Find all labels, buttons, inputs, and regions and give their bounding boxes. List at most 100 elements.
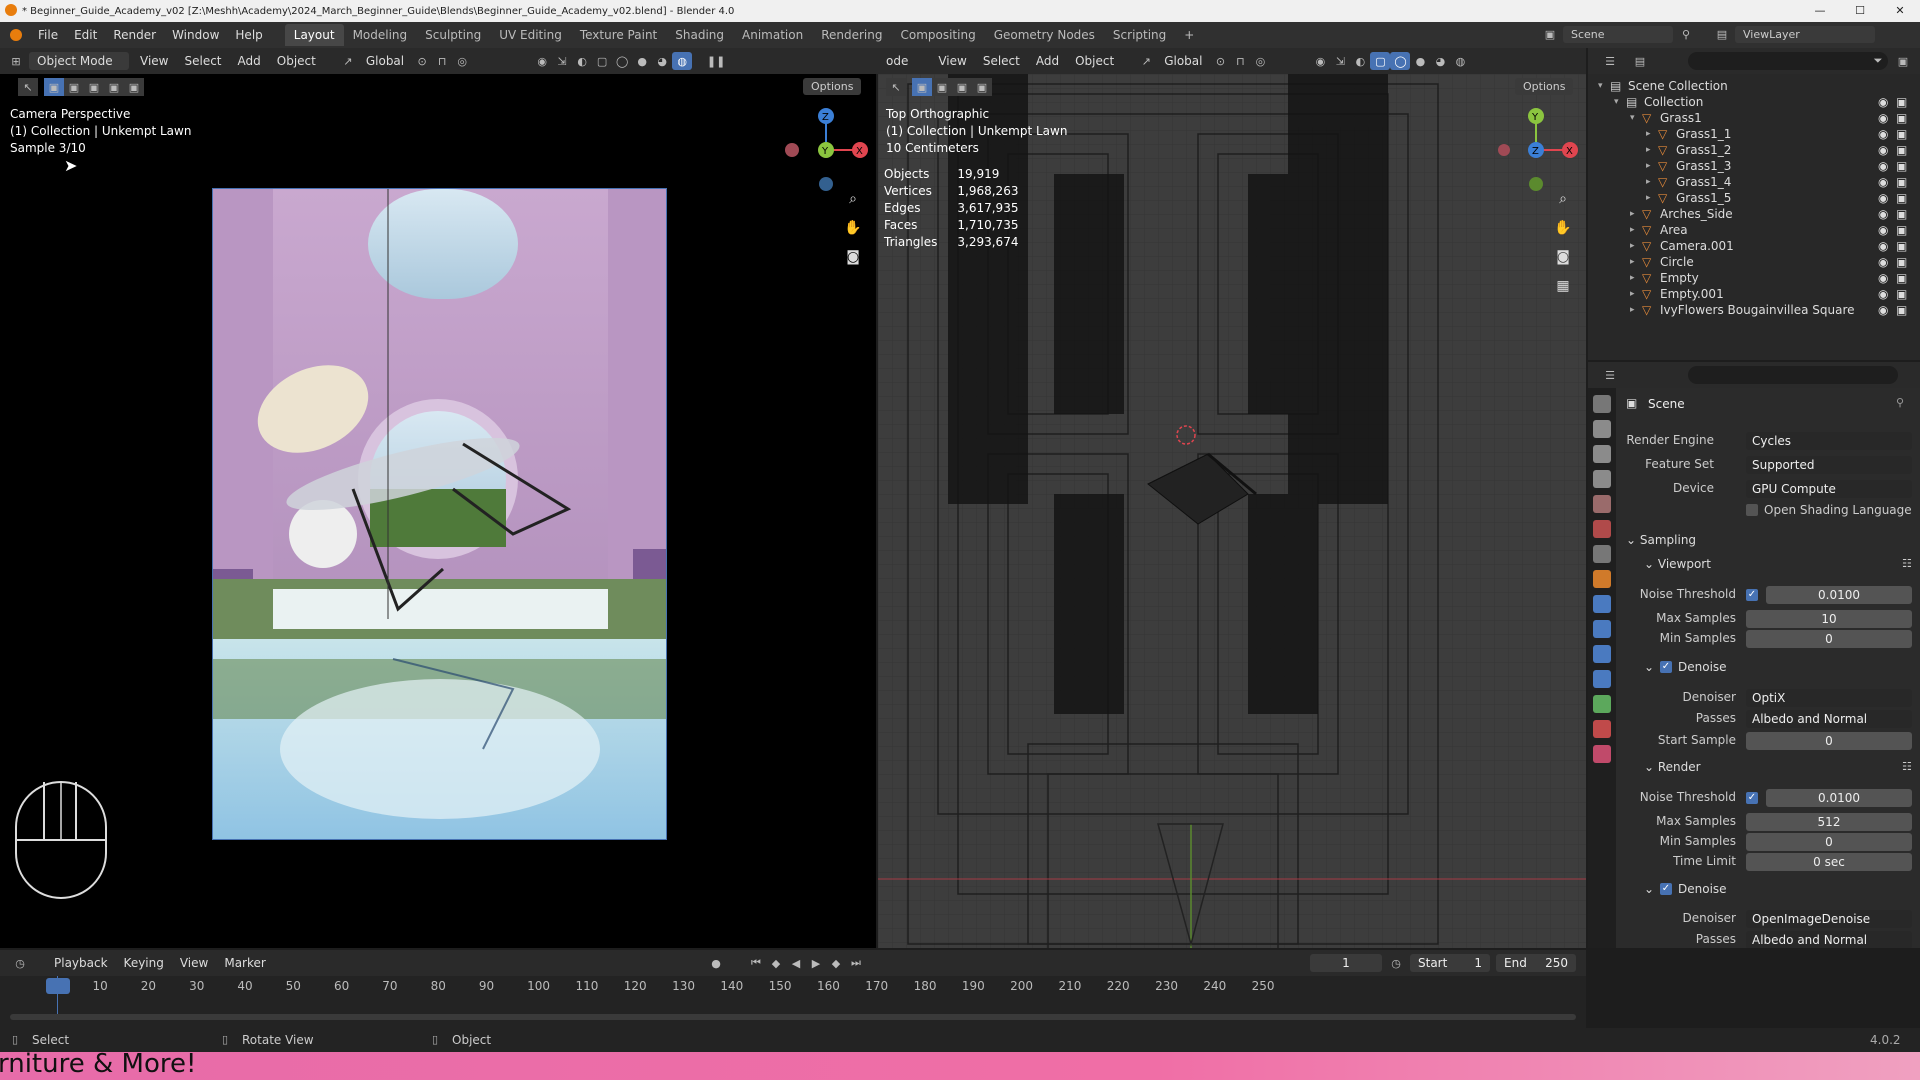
tool-tab-icon[interactable] — [1593, 395, 1611, 413]
xray-icon[interactable]: ▢ — [592, 52, 612, 70]
visibility-eye-icon[interactable]: ◉ — [1878, 127, 1888, 141]
snap-icon[interactable]: ⊓ — [432, 52, 452, 70]
output-tab-icon[interactable] — [1593, 445, 1611, 463]
orientation-selector[interactable]: Global — [358, 54, 412, 68]
render-camera-icon[interactable]: ▣ — [1896, 303, 1907, 317]
menu-view-right[interactable]: View — [930, 54, 974, 68]
sampling-section-toggle[interactable]: ⌄ Sampling — [1626, 533, 1696, 547]
tab-sculpting[interactable]: Sculpting — [416, 24, 490, 46]
gizmo-neg-y-axis-right[interactable] — [1529, 177, 1543, 191]
expand-arrow-icon[interactable]: ▸ — [1630, 257, 1635, 267]
camera-view-icon-right[interactable]: ◙ — [1553, 248, 1573, 266]
menu-marker[interactable]: Marker — [216, 956, 273, 970]
editor-type-icon[interactable]: ⊞ — [6, 52, 26, 70]
tab-uv-editing[interactable]: UV Editing — [490, 24, 571, 46]
vp-max-samples-field[interactable]: 10 — [1746, 610, 1912, 628]
visibility-eye-icon[interactable]: ◉ — [1878, 271, 1888, 285]
prev-keyframe-icon[interactable]: ◆ — [766, 954, 786, 972]
render-tab-icon[interactable] — [1593, 420, 1611, 438]
end-frame-field[interactable]: End 250 — [1496, 954, 1576, 972]
pan-hand-icon-right[interactable]: ✋ — [1553, 219, 1573, 237]
timeline-scrollbar[interactable] — [10, 1014, 1576, 1020]
visibility-icon[interactable]: ◉ — [532, 52, 552, 70]
visibility-icon-right[interactable]: ◉ — [1310, 52, 1330, 70]
zoom-icon[interactable]: ⌕ — [843, 190, 863, 208]
left-viewport[interactable]: ↖ ▣ ▣ ▣ ▣ ▣ Options Camera Perspective (… — [0, 74, 876, 948]
menu-file[interactable]: File — [30, 28, 66, 42]
expand-arrow-icon[interactable]: ▸ — [1630, 305, 1635, 315]
scene-tab-icon[interactable] — [1593, 495, 1611, 513]
blender-menu-icon[interactable] — [10, 29, 22, 41]
render-camera-icon[interactable]: ▣ — [1896, 255, 1907, 269]
render-camera-icon[interactable]: ▣ — [1896, 223, 1907, 237]
visibility-eye-icon[interactable]: ◉ — [1878, 287, 1888, 301]
properties-search-input[interactable] — [1688, 366, 1898, 384]
menu-select-right[interactable]: Select — [975, 54, 1028, 68]
scene-icon[interactable]: ▣ — [1540, 25, 1560, 43]
render-section-toggle[interactable]: ⌄ Render — [1644, 760, 1701, 774]
vp-noise-threshold-checkbox[interactable]: ✓ — [1746, 589, 1758, 601]
pause-render-icon[interactable]: ❚❚ — [706, 52, 726, 70]
pivot-icon-right[interactable]: ⊙ — [1210, 52, 1230, 70]
render-camera-icon[interactable]: ▣ — [1896, 239, 1907, 253]
proportional-icon-right[interactable]: ◎ — [1250, 52, 1270, 70]
outliner-row[interactable]: ▸ ▽ IvyFlowers Bougainvillea Square ◉ ▣ — [1588, 300, 1920, 319]
wireframe-shading-icon[interactable]: ◯ — [612, 52, 632, 70]
display-mode-icon[interactable]: ▤ — [1630, 52, 1650, 70]
expand-arrow-icon[interactable]: ▸ — [1630, 241, 1635, 251]
expand-arrow-icon[interactable]: ▾ — [1630, 113, 1635, 123]
device-dropdown[interactable]: GPU Compute — [1746, 480, 1912, 498]
data-tab-icon[interactable] — [1593, 695, 1611, 713]
select-tool-icon-right[interactable]: ↖ — [886, 78, 906, 96]
orientation-selector-right[interactable]: Global — [1156, 54, 1210, 68]
navigation-gizmo[interactable]: Z X Y — [780, 104, 880, 194]
snap-icon-right[interactable]: ⊓ — [1230, 52, 1250, 70]
rendered-shading-icon-right[interactable]: ◍ — [1450, 52, 1470, 70]
current-frame-field[interactable]: 1 — [1310, 954, 1382, 972]
select-tool-icon[interactable]: ↖ — [18, 78, 38, 96]
menu-object-right[interactable]: Object — [1067, 54, 1122, 68]
menu-edit[interactable]: Edit — [66, 28, 105, 42]
menu-window[interactable]: Window — [164, 28, 227, 42]
render-camera-icon[interactable]: ▣ — [1896, 287, 1907, 301]
wireframe-shading-icon-right[interactable]: ◯ — [1390, 52, 1411, 70]
visibility-eye-icon[interactable]: ◉ — [1878, 239, 1888, 253]
tab-layout[interactable]: Layout — [284, 24, 344, 46]
overlay-toggle-icon[interactable]: ◐ — [572, 52, 592, 70]
visibility-eye-icon[interactable]: ◉ — [1878, 207, 1888, 221]
next-keyframe-icon[interactable]: ◆ — [826, 954, 846, 972]
world-tab-icon[interactable] — [1593, 520, 1611, 538]
r-denoise-toggle[interactable]: ⌄ — [1644, 882, 1654, 896]
mode-selector-partial[interactable]: ode — [878, 54, 916, 68]
options-dropdown-right[interactable]: Options — [1515, 78, 1574, 95]
r-min-samples-field[interactable]: 0 — [1746, 833, 1912, 851]
render-camera-icon[interactable]: ▣ — [1896, 271, 1907, 285]
play-icon[interactable]: ▶ — [806, 954, 826, 972]
tab-compositing[interactable]: Compositing — [891, 24, 984, 46]
r-denoiser-dropdown[interactable]: OpenImageDenoise — [1746, 910, 1912, 928]
select-box-icon-right[interactable]: ▣ — [912, 78, 932, 96]
expand-arrow-icon[interactable]: ▸ — [1630, 225, 1635, 235]
tab-texture-paint[interactable]: Texture Paint — [571, 24, 666, 46]
new-collection-icon[interactable]: ▣ — [1893, 52, 1913, 70]
solid-shading-icon[interactable]: ● — [632, 52, 652, 70]
menu-select[interactable]: Select — [176, 54, 229, 68]
collection-tab-icon[interactable] — [1593, 545, 1611, 563]
tab-geometry-nodes[interactable]: Geometry Nodes — [985, 24, 1104, 46]
tab-shading[interactable]: Shading — [666, 24, 733, 46]
menu-help[interactable]: Help — [227, 28, 270, 42]
gizmo-toggle-icon[interactable]: ⇲ — [552, 52, 572, 70]
timeline-editor-type-icon[interactable]: ◷ — [10, 954, 30, 972]
add-workspace-button[interactable]: + — [1175, 24, 1203, 46]
render-camera-icon[interactable]: ▣ — [1896, 111, 1907, 125]
render-camera-icon[interactable]: ▣ — [1896, 95, 1907, 109]
render-camera-icon[interactable]: ▣ — [1896, 159, 1907, 173]
select-extend-icon[interactable]: ▣ — [64, 78, 84, 96]
expand-arrow-icon[interactable]: ▸ — [1646, 129, 1651, 139]
zoom-icon-right[interactable]: ⌕ — [1553, 190, 1573, 208]
scene-selector[interactable]: Scene — [1563, 25, 1673, 43]
vp-min-samples-field[interactable]: 0 — [1746, 630, 1912, 648]
expand-arrow-icon[interactable]: ▸ — [1646, 161, 1651, 171]
material-shading-icon-right[interactable]: ◕ — [1430, 52, 1450, 70]
r-passes-dropdown[interactable]: Albedo and Normal — [1746, 931, 1912, 948]
